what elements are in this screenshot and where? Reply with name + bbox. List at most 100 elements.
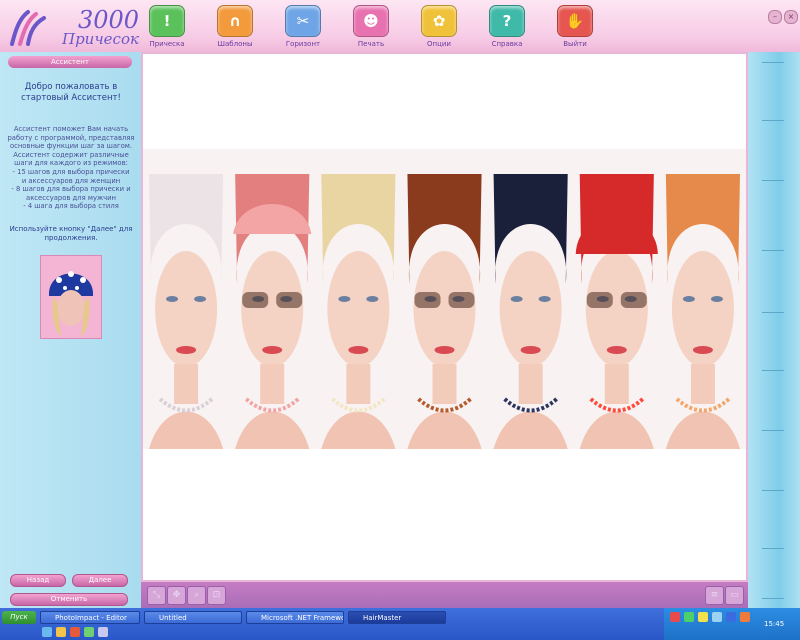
ruler-tick [762,430,784,431]
zoom-icon[interactable]: ⌕ [187,586,206,605]
hand-icon: ✋ [557,5,593,37]
move-icon[interactable]: ⤡ [147,586,166,605]
eye-shape [338,296,351,302]
gear-icon: ✿ [421,5,457,37]
lips-shape [434,346,455,354]
neck-shape [346,364,371,404]
toolbar-label: Справка [491,40,523,48]
toolbar-label: Выйти [563,40,587,48]
magnet-icon: ∩ [217,5,253,37]
toolbar-button-3[interactable]: ☻ Печать [338,5,404,51]
close-button[interactable]: × [784,10,798,24]
next-button[interactable]: Далее [72,574,128,587]
avatar-image [41,256,101,338]
folder-icon[interactable] [56,627,66,637]
grid-view-icon[interactable]: ▭ [725,586,744,605]
hairstyle-preview-image [143,149,746,449]
assistant-panel: Ассистент Добро пожаловать в стартовый А… [0,52,141,608]
tray-icon[interactable] [670,612,680,622]
model-3 [315,149,402,449]
logo-mark-icon [10,10,46,46]
lips-shape [262,346,283,354]
exclamation-icon: ! [149,5,185,37]
ruler-tick [762,250,784,251]
neck-shape [518,364,543,404]
assistant-continue-text: Используйте кнопку "Далее" для продолжен… [9,225,133,242]
scroll-up-icon[interactable] [762,62,784,63]
pan-icon[interactable]: ✥ [167,586,186,605]
toolbar-button-0[interactable]: ! Прическа [134,5,200,51]
lips-shape [606,346,627,354]
sunglasses-lens [414,292,441,308]
ruler-tick [762,312,784,313]
lips-shape [692,346,713,354]
clock: 15:45 [764,620,785,628]
neck-shape [690,364,715,404]
model-4 [401,149,488,449]
media-icon[interactable] [70,627,80,637]
question-icon: ? [489,5,525,37]
assistant-welcome: Добро пожаловать в стартовый Ассистент! [21,82,121,103]
windows-taskbar: Пуск PhotoImpact - Editor Untitled Micro… [0,608,800,640]
lips-shape [348,346,369,354]
chat-icon[interactable] [84,627,94,637]
neck-shape [604,364,629,404]
neck-shape [174,364,199,404]
model-7 [659,149,746,449]
user-icon: ☻ [353,5,389,37]
right-scroll-strip[interactable] [748,52,800,608]
toolbar-button-6[interactable]: ✋ Выйти [542,5,608,51]
ruler-tick [762,180,784,181]
tray-icon[interactable] [684,612,694,622]
model-5 [487,149,574,449]
scroll-down-icon[interactable] [762,598,784,599]
toolbar-button-2[interactable]: ✂ Горизонт [270,5,336,51]
eye-shape [166,296,179,302]
lips-shape [176,346,197,354]
model-6 [573,149,660,449]
tray-icon[interactable] [698,612,708,622]
preview-toolbar: ⤡ ✥ ⌕ ⊡ ≡ ▭ [141,582,748,608]
eye-shape [510,296,523,302]
toolbar-label: Печать [357,40,385,48]
ruler-tick [762,120,784,121]
preview-canvas[interactable] [141,52,748,582]
task-dotnet[interactable]: Microsoft .NET Framewo... [246,611,344,624]
minimize-button[interactable]: – [768,10,782,24]
toolbar-button-1[interactable]: ∩ Шаблоны [202,5,268,51]
model-2 [229,149,316,449]
fit-icon[interactable]: ⊡ [207,586,226,605]
ruler-tick [762,370,784,371]
tray-icon[interactable] [712,612,722,622]
ruler-tick [762,490,784,491]
eye-shape [682,296,695,302]
task-photoimpact[interactable]: PhotoImpact - Editor [40,611,140,624]
sunglasses-lens [276,292,303,308]
ruler-tick [762,548,784,549]
sunglasses-lens [242,292,269,308]
toolbar-button-5[interactable]: ? Справка [474,5,540,51]
assistant-avatar [40,255,102,339]
task-untitled[interactable]: Untitled [144,611,242,624]
tray-icon[interactable] [726,612,736,622]
toolbar-button-4[interactable]: ✿ Опции [406,5,472,51]
task-hairmaster[interactable]: HairMaster [348,611,446,624]
model-1 [143,149,230,449]
cancel-button[interactable]: Отменить [10,593,128,606]
desktop-icon[interactable] [98,627,108,637]
sunglasses-lens [448,292,475,308]
tray-icon[interactable] [740,612,750,622]
list-view-icon[interactable]: ≡ [705,586,724,605]
scissors-icon: ✂ [285,5,321,37]
back-button[interactable]: Назад [10,574,66,587]
assistant-title: Ассистент [8,56,132,68]
start-button[interactable]: Пуск [2,611,36,624]
toolbar-label: Опции [427,40,451,48]
eye-shape [538,296,551,302]
ie-icon[interactable] [42,627,52,637]
eye-shape [194,296,207,302]
logo-word: Причесок [62,30,139,48]
neck-shape [260,364,285,404]
app-logo: 3000 Причесок [4,4,139,48]
toolbar-label: Шаблоны [217,40,253,48]
